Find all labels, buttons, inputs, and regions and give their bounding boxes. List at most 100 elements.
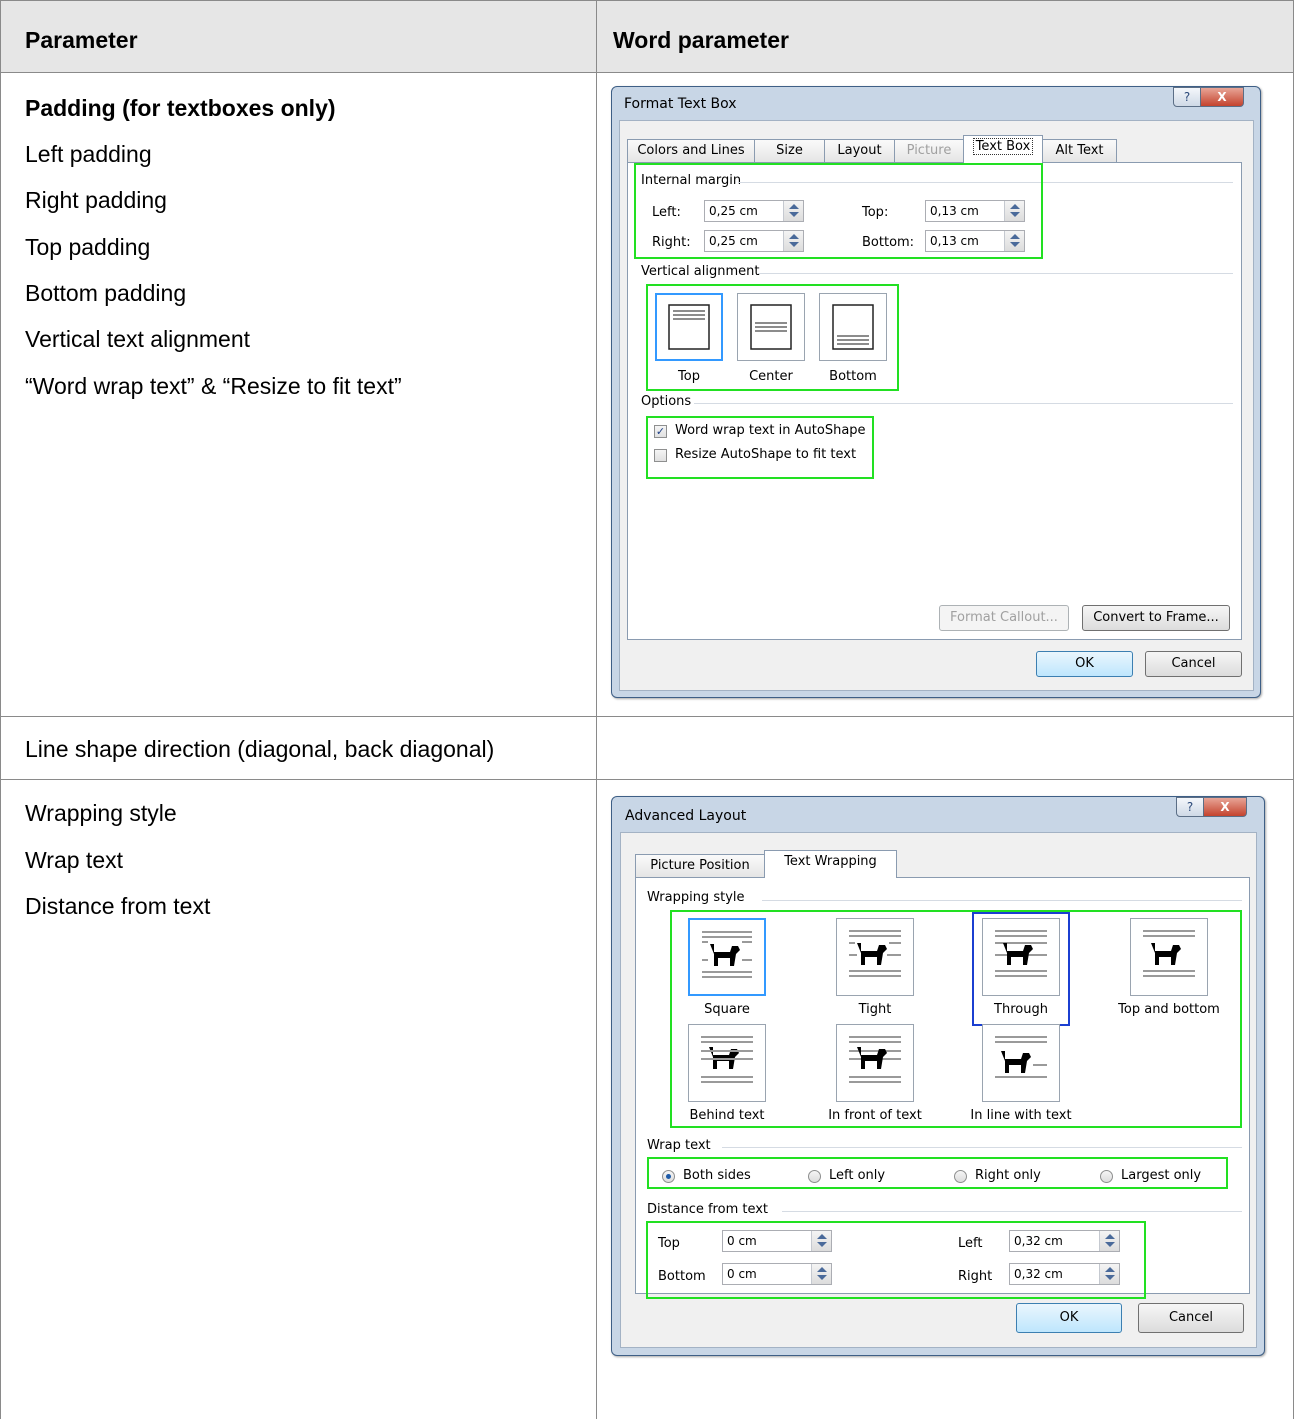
row-line-shape: Line shape direction (diagonal, back dia…	[0, 716, 597, 780]
advanced-layout-dialog: Advanced Layout ? X Picture Position Tex…	[611, 796, 1265, 1356]
param-distance-from-text: Distance from text	[25, 893, 211, 919]
left-margin-value: 0,25 cm	[709, 204, 758, 218]
help-button[interactable]: ?	[1173, 87, 1201, 107]
text-wrapping-tab-panel: Wrapping style Square Tight Through Top …	[635, 877, 1250, 1299]
both-sides-radio[interactable]	[662, 1170, 675, 1183]
tab-alt-text[interactable]: Alt Text	[1042, 139, 1117, 163]
valign-center-caption: Center	[749, 369, 793, 384]
internal-margin-label: Internal margin	[641, 173, 742, 188]
spin-arrows-icon[interactable]	[811, 1264, 831, 1284]
convert-to-frame-button[interactable]: Convert to Frame...	[1082, 605, 1230, 631]
wrap-infront-caption: In front of text	[828, 1108, 922, 1123]
align-top-icon	[668, 304, 710, 350]
tab-text-wrapping[interactable]: Text Wrapping	[764, 850, 897, 878]
spin-arrows-icon[interactable]	[1004, 231, 1024, 251]
param-top-padding: Top padding	[25, 234, 151, 260]
tab-text-box[interactable]: Text Box	[963, 135, 1043, 163]
spin-arrows-icon[interactable]	[783, 201, 803, 221]
options-label: Options	[641, 394, 692, 409]
param-right-padding: Right padding	[25, 187, 167, 213]
right-only-radio[interactable]	[954, 1170, 967, 1183]
format-callout-button: Format Callout...	[939, 605, 1069, 631]
dialog-client-area: Colors and Lines Size Layout Picture Tex…	[619, 120, 1254, 691]
wrap-square-caption: Square	[704, 1002, 750, 1017]
spin-arrows-icon[interactable]	[783, 231, 803, 251]
distance-left-spinner[interactable]: 0,32 cm	[1009, 1230, 1120, 1252]
valign-top-option[interactable]	[655, 293, 723, 361]
wrap-square-icon	[702, 931, 752, 978]
distance-label: Distance from text	[647, 1202, 769, 1217]
distance-bottom-label: Bottom	[658, 1269, 706, 1284]
valign-top-caption: Top	[678, 369, 700, 384]
dialog-title: Format Text Box	[624, 96, 737, 112]
row-padding-params: Padding (for textboxes only) Left paddin…	[0, 72, 597, 717]
header-word-parameter: Word parameter	[596, 0, 1294, 73]
resize-checkbox[interactable]	[654, 449, 667, 462]
wrap-inline-icon	[995, 1036, 1047, 1078]
wrap-tight-option[interactable]	[836, 918, 914, 996]
valign-center-option[interactable]	[737, 293, 805, 361]
ok-button[interactable]: OK	[1016, 1303, 1122, 1333]
distance-top-spinner[interactable]: 0 cm	[722, 1230, 832, 1252]
wrap-behind-option[interactable]	[688, 1024, 766, 1102]
bottom-margin-spinner[interactable]: 0,13 cm	[925, 230, 1025, 252]
distance-top-label: Top	[658, 1236, 680, 1251]
largest-only-radio[interactable]	[1100, 1170, 1113, 1183]
largest-only-label: Largest only	[1121, 1168, 1202, 1183]
wrap-infront-option[interactable]	[836, 1024, 914, 1102]
param-wrapping-style: Wrapping style	[25, 800, 177, 826]
valign-bottom-caption: Bottom	[829, 369, 877, 384]
valign-bottom-option[interactable]	[819, 293, 887, 361]
ok-button[interactable]: OK	[1036, 651, 1133, 677]
wrap-inline-caption: In line with text	[970, 1108, 1072, 1123]
right-only-label: Right only	[975, 1168, 1041, 1183]
top-margin-spinner[interactable]: 0,13 cm	[925, 200, 1025, 222]
align-bottom-icon	[832, 304, 874, 350]
param-padding-heading: Padding (for textboxes only)	[25, 95, 336, 121]
wrap-top-bottom-icon	[1143, 930, 1195, 977]
tab-layout[interactable]: Layout	[824, 139, 895, 163]
close-button[interactable]: X	[1203, 797, 1247, 817]
left-margin-spinner[interactable]: 0,25 cm	[704, 200, 804, 222]
spin-arrows-icon[interactable]	[1099, 1264, 1119, 1284]
wrap-text-rule	[722, 1147, 1242, 1148]
wrap-through-icon	[995, 930, 1047, 977]
wrap-through-option[interactable]	[982, 918, 1060, 996]
distance-bottom-spinner[interactable]: 0 cm	[722, 1263, 832, 1285]
cancel-button[interactable]: Cancel	[1145, 651, 1242, 677]
row-wrapping: Wrapping style Wrap text Distance from t…	[0, 779, 597, 1419]
right-margin-spinner[interactable]: 0,25 cm	[704, 230, 804, 252]
param-word-wrap-resize: “Word wrap text” & “Resize to fit text”	[25, 373, 402, 399]
wrap-inline-option[interactable]	[982, 1024, 1060, 1102]
wrap-top-bottom-option[interactable]	[1130, 918, 1208, 996]
wrap-tight-icon	[849, 930, 901, 977]
word-wrap-checkbox[interactable]: ✓	[654, 425, 667, 438]
param-bottom-padding: Bottom padding	[25, 280, 187, 306]
vertical-alignment-label: Vertical alignment	[641, 264, 760, 279]
param-line-direction: Line shape direction (diagonal, back dia…	[25, 736, 495, 762]
wrap-square-option[interactable]	[688, 918, 766, 996]
wrap-behind-icon	[701, 1036, 753, 1083]
distance-left-value: 0,32 cm	[1014, 1234, 1063, 1248]
right-label: Right:	[652, 235, 691, 250]
wrap-tight-caption: Tight	[858, 1002, 892, 1017]
tab-picture: Picture	[894, 139, 964, 163]
tab-picture-position[interactable]: Picture Position	[635, 854, 765, 878]
tab-colors-and-lines[interactable]: Colors and Lines	[627, 139, 755, 163]
close-button[interactable]: X	[1200, 87, 1244, 107]
left-only-label: Left only	[829, 1168, 886, 1183]
spin-arrows-icon[interactable]	[1004, 201, 1024, 221]
options-rule	[694, 403, 1233, 404]
distance-right-spinner[interactable]: 0,32 cm	[1009, 1263, 1120, 1285]
spin-arrows-icon[interactable]	[811, 1231, 831, 1251]
distance-bottom-value: 0 cm	[727, 1267, 757, 1281]
cancel-button[interactable]: Cancel	[1138, 1303, 1244, 1333]
spin-arrows-icon[interactable]	[1099, 1231, 1119, 1251]
left-only-radio[interactable]	[808, 1170, 821, 1183]
tab-size[interactable]: Size	[754, 139, 825, 163]
help-button[interactable]: ?	[1176, 797, 1204, 817]
distance-left-label: Left	[958, 1236, 983, 1251]
top-label: Top:	[862, 205, 889, 220]
tab-text-box-label: Text Box	[972, 138, 1034, 155]
text-box-tab-panel: Internal margin Left: 0,25 cm Right: 0,2…	[627, 162, 1242, 640]
